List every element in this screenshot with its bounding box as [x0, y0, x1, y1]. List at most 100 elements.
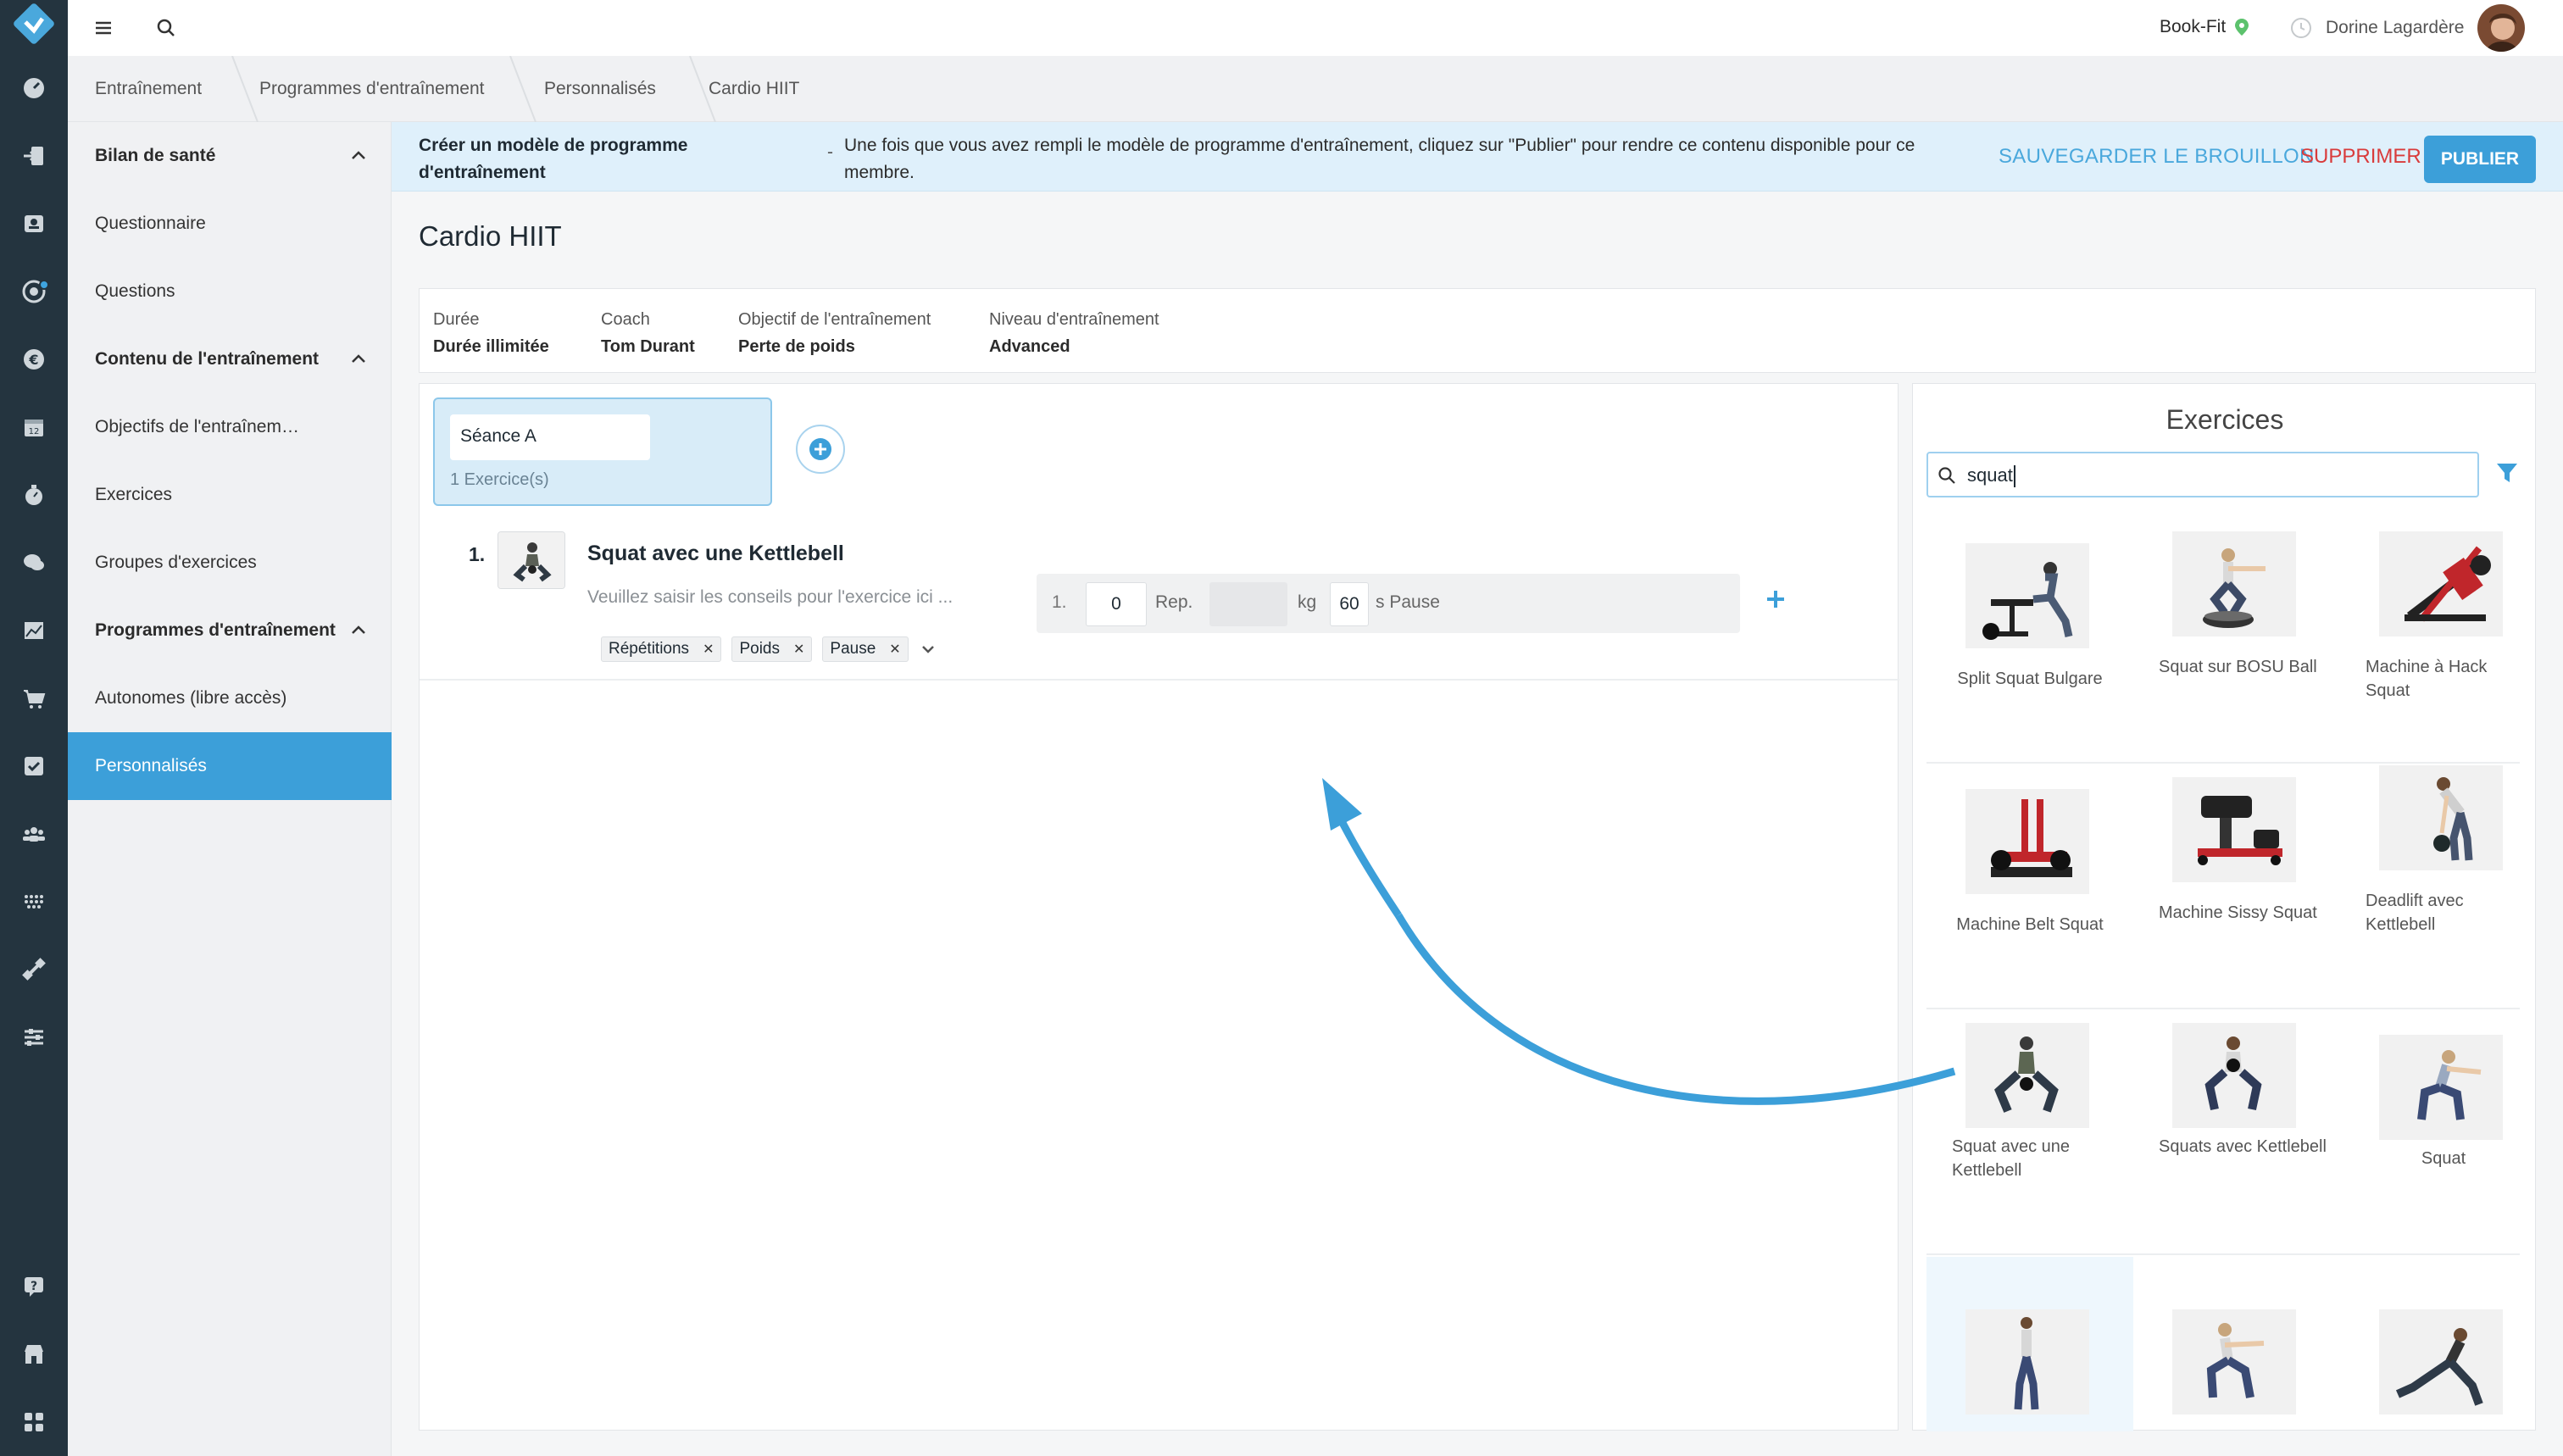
- svg-text:?: ?: [31, 1280, 37, 1293]
- publish-button[interactable]: PUBLIER: [2424, 136, 2536, 183]
- exercise-set-row: 1. 0 Rep. kg 60 s Pause: [1037, 574, 1740, 633]
- club-selector[interactable]: Book-Fit: [2160, 10, 2249, 44]
- breadcrumb-separator: [509, 56, 537, 122]
- exercise-card[interactable]: Split Squat Bulgare: [1926, 520, 2133, 764]
- set-index: 1.: [1052, 592, 1067, 612]
- reps-input[interactable]: 0: [1086, 582, 1147, 626]
- clock-icon[interactable]: [2290, 17, 2312, 39]
- exercise-card[interactable]: [2133, 1257, 2340, 1431]
- search-icon[interactable]: [149, 11, 183, 45]
- exercise-card-image: [2379, 531, 2503, 636]
- exercise-card[interactable]: Squats avec Kettlebell: [2133, 1011, 2340, 1255]
- exercise-card[interactable]: Squat sur BOSU Ball: [2133, 520, 2340, 764]
- dashboard-icon[interactable]: [0, 54, 68, 122]
- dots-grid-icon[interactable]: [0, 868, 68, 936]
- chat-icon[interactable]: [0, 529, 68, 597]
- add-set-button[interactable]: [1759, 582, 1793, 616]
- store-icon[interactable]: [0, 1320, 68, 1388]
- app-logo[interactable]: [0, 0, 68, 47]
- exercise-card-image: [2172, 1309, 2296, 1414]
- meta-goal: Objectif de l'entraînement Perte de poid…: [738, 306, 931, 360]
- sidebar-item-exercises[interactable]: Exercices: [68, 461, 392, 529]
- avatar[interactable]: [2477, 4, 2526, 52]
- exercise-name: Squat avec une Kettlebell: [587, 542, 844, 565]
- marketing-icon[interactable]: [0, 258, 68, 325]
- sidebar-item-exercise-groups[interactable]: Groupes d'exercices: [68, 529, 392, 597]
- exercise-card[interactable]: Squat avec une Kettlebell: [1926, 1011, 2133, 1255]
- sidebar-item-training-goals[interactable]: Objectifs de l'entraînem…: [68, 393, 392, 461]
- help-icon[interactable]: ?: [0, 1253, 68, 1320]
- exercise-card[interactable]: Machine à Hack Squat: [2340, 520, 2547, 764]
- exercise-card[interactable]: [2340, 1257, 2547, 1431]
- remove-tag-icon[interactable]: ✕: [889, 641, 900, 658]
- weight-label: kg: [1298, 592, 1317, 612]
- meta-value: Tom Durant: [601, 337, 695, 356]
- finance-icon[interactable]: €: [0, 325, 68, 393]
- tasks-icon[interactable]: [0, 732, 68, 800]
- library-row: [1926, 1257, 2520, 1431]
- sidebar-item-questionnaire[interactable]: Questionnaire: [68, 190, 392, 258]
- plus-icon: [1767, 591, 1784, 608]
- sidebar-section-label: Bilan de santé: [95, 146, 216, 165]
- shop-icon[interactable]: [0, 664, 68, 732]
- svg-text:€: €: [28, 352, 38, 368]
- add-session-button[interactable]: [796, 425, 845, 474]
- sidebar-section-label: Contenu de l'entraînement: [95, 349, 320, 369]
- exercise-card-label: Machine Belt Squat: [1956, 915, 2104, 934]
- training-icon[interactable]: [0, 936, 68, 1003]
- tag-label: Poids: [739, 640, 780, 658]
- apps-icon[interactable]: [0, 1388, 68, 1456]
- exercise-card[interactable]: Squat: [2340, 1011, 2547, 1255]
- chevron-up-icon: [352, 151, 365, 159]
- search-value: squat: [1967, 464, 2013, 486]
- chevron-up-icon: [352, 354, 365, 363]
- calendar-icon[interactable]: 12: [0, 393, 68, 461]
- sidebar-item-custom[interactable]: Personnalisés: [68, 732, 392, 800]
- tag-label: Pause: [830, 640, 876, 658]
- check-in-icon[interactable]: [0, 122, 68, 190]
- exercise-card[interactable]: Machine Sissy Squat: [2133, 765, 2340, 1009]
- delete-button[interactable]: SUPPRIMER: [2300, 139, 2421, 175]
- exercise-card[interactable]: Machine Belt Squat: [1926, 765, 2133, 1009]
- exercise-card[interactable]: [1926, 1257, 2133, 1431]
- pause-label: s Pause: [1376, 592, 1440, 612]
- pause-input[interactable]: 60: [1330, 582, 1369, 626]
- remove-tag-icon[interactable]: ✕: [703, 641, 714, 658]
- sidebar-section-training-programs[interactable]: Programmes d'entraînement: [68, 597, 392, 664]
- save-draft-button[interactable]: SAUVEGARDER LE BROUILLON: [1999, 139, 2315, 175]
- chevron-down-icon[interactable]: [919, 640, 937, 659]
- sidebar-item-questions[interactable]: Questions: [68, 258, 392, 325]
- meta-value: Durée illimitée: [433, 337, 549, 356]
- meta-value: Advanced: [989, 337, 1070, 356]
- exercise-card[interactable]: Deadlift avec Kettlebell: [2340, 765, 2547, 1009]
- meta-level: Niveau d'entraînement Advanced: [989, 306, 1159, 360]
- sidebar-item-self-service[interactable]: Autonomes (libre accès): [68, 664, 392, 732]
- meta-label: Niveau d'entraînement: [989, 310, 1159, 329]
- session-card[interactable]: Séance A 1 Exercice(s): [433, 397, 772, 506]
- program-meta: Durée Durée illimitée Coach Tom Durant O…: [419, 288, 2536, 373]
- members-icon[interactable]: [0, 190, 68, 258]
- stats-icon[interactable]: [0, 597, 68, 664]
- breadcrumb-item-programs[interactable]: Programmes d'entraînement: [259, 56, 484, 122]
- settings-sliders-icon[interactable]: [0, 1003, 68, 1071]
- exercise-library: Exercices squat Split Squat Bulgare Squa…: [1912, 383, 2536, 1431]
- weight-input[interactable]: [1209, 582, 1287, 626]
- meta-value: Perte de poids: [738, 337, 855, 356]
- user-menu[interactable]: Dorine Lagardère: [2290, 4, 2526, 52]
- remove-tag-icon[interactable]: ✕: [793, 641, 804, 658]
- exercise-hint-input[interactable]: Veuillez saisir les conseils pour l'exer…: [587, 587, 953, 608]
- meta-label: Coach: [601, 310, 650, 329]
- sidebar-section-health[interactable]: Bilan de santé: [68, 122, 392, 190]
- breadcrumb-item-custom[interactable]: Personnalisés: [544, 56, 656, 122]
- filter-icon[interactable]: [2494, 460, 2520, 486]
- session-name-field[interactable]: Séance A: [450, 414, 650, 460]
- exercise-card-image: [2172, 531, 2296, 636]
- groups-icon[interactable]: [0, 800, 68, 868]
- exercise-search-input[interactable]: squat: [1926, 452, 2479, 497]
- breadcrumb-item-training[interactable]: Entraînement: [95, 56, 202, 122]
- menu-icon[interactable]: [86, 11, 120, 45]
- sidebar-section-training-content[interactable]: Contenu de l'entraînement: [68, 325, 392, 393]
- location-pin-icon: [2235, 19, 2249, 36]
- timer-icon[interactable]: [0, 461, 68, 529]
- library-row: Split Squat Bulgare Squat sur BOSU Ball …: [1926, 520, 2520, 764]
